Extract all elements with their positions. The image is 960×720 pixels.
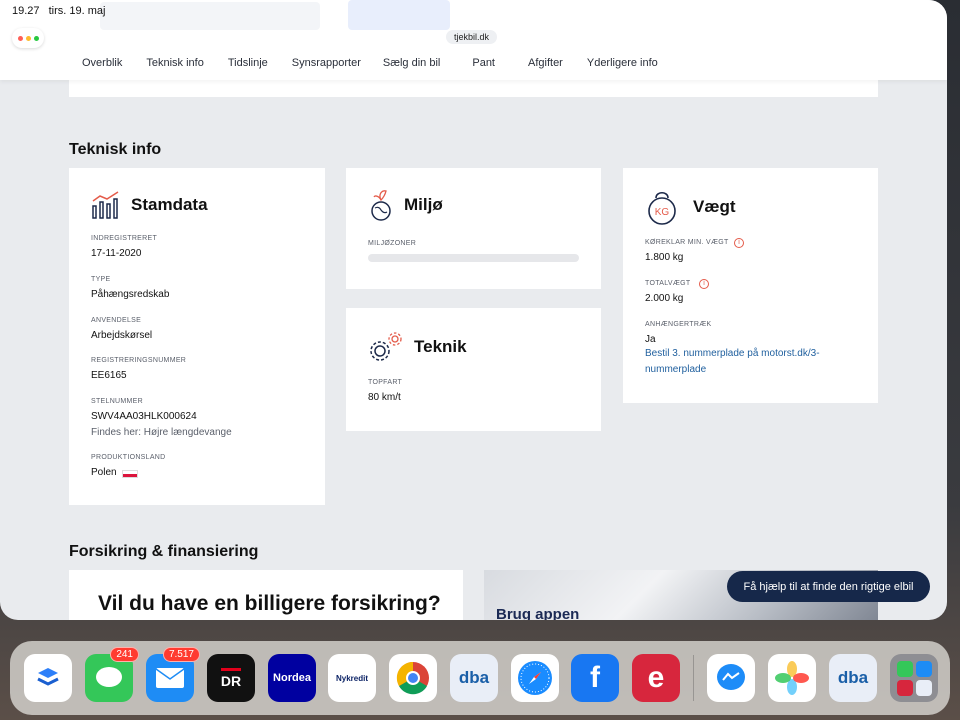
field-label: REGISTRERINGSNUMMER: [91, 357, 187, 364]
field-label: ANHÆNGERTRÆK: [645, 321, 712, 328]
field-value: Ja: [645, 334, 656, 345]
help-button[interactable]: Få hjælp til at finde den rigtige elbil: [727, 571, 930, 602]
previous-card-bottom: [69, 80, 878, 97]
field-value: Polen: [91, 467, 117, 478]
field-value: 17-11-2020: [91, 248, 142, 259]
field-label: PRODUKTIONSLAND: [91, 454, 166, 461]
messages-badge: 241: [110, 647, 139, 662]
window-controls[interactable]: [12, 28, 44, 48]
dba-label: dba: [458, 668, 490, 687]
search-button-ghost: [348, 0, 450, 30]
dr-label: DR: [220, 667, 242, 689]
nordea-app-icon[interactable]: Nordea: [268, 654, 316, 702]
status-date: tirs. 19. maj: [48, 5, 106, 17]
topfart-label: TOPFART: [368, 379, 403, 386]
field-label: TYPE: [91, 276, 111, 283]
browser-window: tjekbil.dk Overblik Teknisk info Tidslin…: [0, 0, 947, 620]
mail-app-icon[interactable]: 7.517: [146, 647, 200, 702]
messages-app-icon[interactable]: 241: [85, 647, 139, 702]
dr-app-icon[interactable]: DR: [207, 654, 255, 702]
tab-synsrapporter[interactable]: Synsrapporter: [292, 57, 361, 69]
stamdata-header: Stamdata: [91, 190, 208, 220]
info-icon[interactable]: i: [734, 238, 744, 248]
miljo-card: Miljø MILJØZONER: [346, 168, 601, 289]
app-library-icon[interactable]: [890, 654, 938, 702]
nykredit-label: Nykredit: [335, 673, 368, 683]
mail-badge: 7.517: [162, 647, 200, 662]
insurance-promo-title: Vil du have en billigere forsikring?: [98, 592, 441, 615]
poland-flag-icon: [122, 470, 138, 478]
nummerplade-link[interactable]: Bestil 3. nummerplade på motorst.dk/3-nu…: [645, 346, 835, 378]
field-value: EE6165: [91, 370, 127, 381]
vaegt-header: KG Vægt: [645, 188, 736, 226]
tab-pant[interactable]: Pant: [472, 57, 495, 69]
miljo-title: Miljø: [404, 195, 443, 214]
kettlebell-weight-icon: KG: [648, 191, 676, 225]
dba-app-icon-2[interactable]: dba: [829, 654, 877, 702]
info-icon[interactable]: i: [699, 279, 709, 289]
section-heading-forsikring: Forsikring & finansiering: [69, 543, 259, 560]
tab-yderligere-info[interactable]: Yderligere info: [587, 57, 658, 69]
e-app-icon[interactable]: e: [632, 654, 680, 702]
dba-app-icon[interactable]: dba: [450, 654, 498, 702]
teknik-header: Teknik: [368, 330, 467, 364]
insurance-promo-card[interactable]: Vil du have en billigere forsikring?: [69, 570, 463, 620]
field-value: Arbejdskørsel: [91, 330, 153, 341]
field-value: 1.800 kg: [645, 252, 684, 263]
e-app-label: e: [647, 661, 665, 694]
messenger-app-icon[interactable]: [707, 654, 755, 702]
miljo-header: Miljø: [368, 188, 443, 222]
tab-tidslinje[interactable]: Tidslinje: [228, 57, 268, 69]
photos-app-icon[interactable]: [768, 654, 816, 702]
stamdata-title: Stamdata: [131, 195, 208, 214]
field-label: KØREKLAR MIN. VÆGT: [645, 239, 729, 246]
field-value: 2.000 kg: [645, 293, 684, 304]
section-heading-teknisk: Teknisk info: [69, 141, 162, 158]
status-time: 19.27: [12, 5, 40, 17]
teknik-title: Teknik: [414, 337, 467, 356]
stamdata-card: Stamdata INDREGISTRERET 17-11-2020 TYPE …: [69, 168, 325, 505]
tab-afgifter[interactable]: Afgifter: [528, 57, 563, 69]
teknik-card: Teknik TOPFART 80 km/t: [346, 308, 601, 431]
nordea-label: Nordea: [273, 672, 311, 684]
kg-icon-text: KG: [655, 207, 670, 218]
dba-label-2: dba: [837, 668, 869, 687]
field-value: SWV4AA03HLK000624: [91, 411, 197, 422]
tab-teknisk-info[interactable]: Teknisk info: [146, 57, 203, 69]
dock: 241 7.517 DR Nordea Nykredit dba f e dba: [10, 641, 950, 715]
chart-icon: [92, 191, 119, 219]
field-label: ANVENDELSE: [91, 317, 142, 324]
status-bar: 19.27 tirs. 19. maj: [12, 5, 111, 17]
app-promo-text: Brug appen: [496, 606, 580, 620]
field-label: INDREGISTRERET: [91, 235, 158, 242]
field-note: Findes her: Højre længdevange: [91, 427, 232, 438]
miljozoner-placeholder-bar: [368, 254, 579, 262]
vaegt-title: Vægt: [693, 197, 736, 216]
top-navigation: tjekbil.dk Overblik Teknisk info Tidslin…: [0, 0, 947, 80]
field-label: TOTALVÆGT: [645, 280, 691, 287]
eco-globe-icon: [371, 190, 391, 221]
tab-saelg-din-bil[interactable]: Sælg din bil: [383, 57, 440, 69]
nav-tabs: Overblik Teknisk info Tidslinje Synsrapp…: [82, 57, 658, 69]
nykredit-app-icon[interactable]: Nykredit: [328, 654, 376, 702]
field-label: STELNUMMER: [91, 398, 144, 405]
tab-overblik[interactable]: Overblik: [82, 57, 122, 69]
chrome-app-icon[interactable]: [389, 654, 437, 702]
facebook-label: f: [590, 661, 600, 694]
vaegt-card: KG Vægt KØREKLAR MIN. VÆGT i 1.800 kg TO…: [623, 168, 878, 403]
search-field-ghost: [100, 2, 320, 30]
dock-divider: [693, 655, 694, 701]
safari-app-icon[interactable]: [511, 654, 559, 702]
miljozoner-label: MILJØZONER: [368, 240, 417, 247]
topfart-value: 80 km/t: [368, 392, 401, 403]
field-value: Påhængsredskab: [91, 289, 170, 300]
facebook-app-icon[interactable]: f: [571, 654, 619, 702]
tasks-app-icon[interactable]: [24, 654, 72, 702]
gears-icon: [370, 332, 402, 361]
url-pill[interactable]: tjekbil.dk: [446, 30, 498, 44]
